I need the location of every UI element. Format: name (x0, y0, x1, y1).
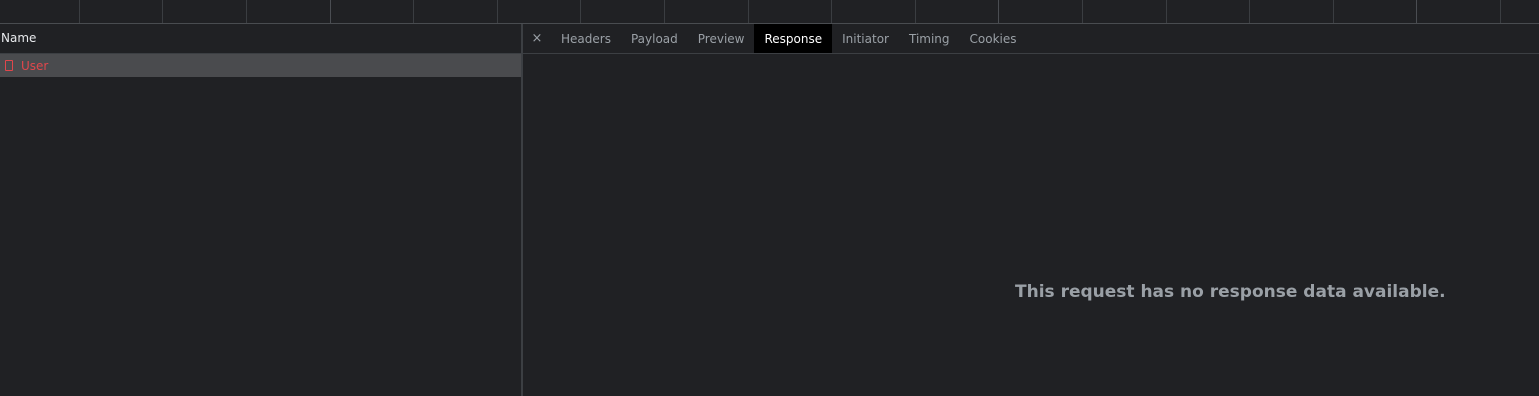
timeline-gridline (413, 0, 414, 23)
timeline-gridline (831, 0, 832, 23)
timeline-gridline (1249, 0, 1250, 23)
details-tabbar: × Headers Payload Preview Response Initi… (523, 24, 1539, 54)
timeline-gridline (79, 0, 80, 23)
timeline-gridline (998, 0, 999, 23)
request-name: User (21, 58, 49, 73)
tab-payload[interactable]: Payload (621, 24, 688, 53)
timeline-gridline (915, 0, 916, 23)
timeline-gridline (497, 0, 498, 23)
timeline-gridline (1333, 0, 1334, 23)
tab-timing[interactable]: Timing (899, 24, 960, 53)
tab-preview[interactable]: Preview (688, 24, 755, 53)
requests-panel: Name User (0, 24, 521, 396)
timeline-gridline (1416, 0, 1417, 23)
timeline-gridline (664, 0, 665, 23)
timeline-gridline (162, 0, 163, 23)
timeline-overview (0, 0, 1539, 24)
timeline-gridline (330, 0, 331, 23)
timeline-gridline (246, 0, 247, 23)
close-icon[interactable]: × (523, 24, 551, 53)
timeline-gridline (1500, 0, 1501, 23)
tab-headers[interactable]: Headers (551, 24, 621, 53)
request-row[interactable]: User (0, 54, 521, 77)
document-icon (5, 60, 13, 71)
timeline-gridline (748, 0, 749, 23)
tab-response[interactable]: Response (754, 24, 833, 53)
request-details-panel: × Headers Payload Preview Response Initi… (523, 24, 1539, 396)
name-column-header[interactable]: Name (0, 24, 521, 54)
empty-response-message: This request has no response data availa… (1015, 282, 1446, 302)
timeline-gridline (580, 0, 581, 23)
timeline-gridline (1082, 0, 1083, 23)
tab-cookies[interactable]: Cookies (960, 24, 1027, 53)
tab-initiator[interactable]: Initiator (832, 24, 899, 53)
timeline-gridline (1166, 0, 1167, 23)
